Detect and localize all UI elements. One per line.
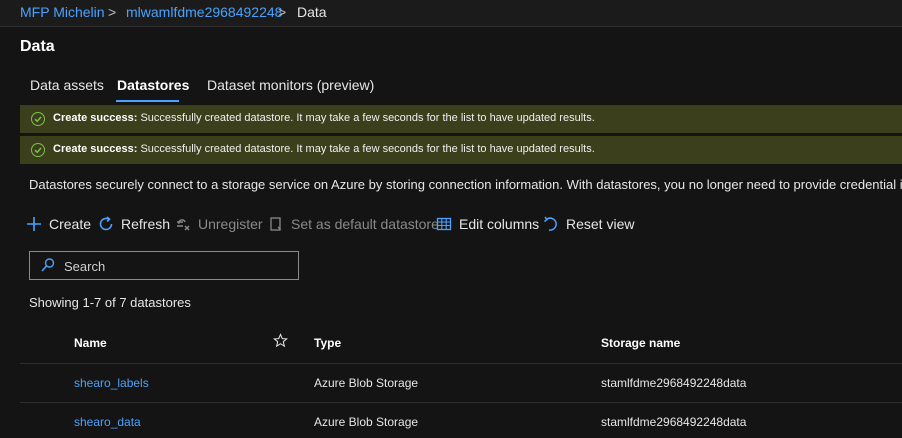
datastore-storage-name: stamlfdme2968492248data bbox=[601, 376, 747, 390]
refresh-label: Refresh bbox=[121, 216, 171, 232]
unregister-label: Unregister bbox=[198, 216, 263, 232]
plus-icon bbox=[25, 215, 43, 233]
refresh-button[interactable]: Refresh bbox=[97, 213, 170, 235]
breadcrumb-separator: > bbox=[278, 4, 287, 20]
reset-view-button[interactable]: Reset view bbox=[542, 213, 634, 235]
edit-columns-icon bbox=[435, 215, 453, 233]
search-icon bbox=[40, 257, 56, 276]
datastore-count: Showing 1-7 of 7 datastores bbox=[29, 295, 191, 310]
row-divider bbox=[20, 402, 902, 403]
notification-title: Create success: bbox=[53, 112, 138, 124]
success-notification: Create success: Successfully created dat… bbox=[20, 136, 902, 164]
set-default-button[interactable]: Set as default datastore bbox=[267, 213, 439, 235]
datastore-storage-name: stamlfdme2968492248data bbox=[601, 415, 747, 429]
datastore-type: Azure Blob Storage bbox=[314, 415, 419, 429]
tab-datastores[interactable]: Datastores bbox=[117, 77, 189, 93]
search-input[interactable] bbox=[62, 256, 286, 276]
set-default-label: Set as default datastore bbox=[291, 216, 439, 232]
tab-data-assets[interactable]: Data assets bbox=[30, 77, 104, 93]
datastore-name-link[interactable]: shearo_data bbox=[74, 415, 141, 429]
edit-columns-label: Edit columns bbox=[459, 216, 540, 232]
datastore-name-link[interactable]: shearo_labels bbox=[74, 376, 149, 390]
datastore-type: Azure Blob Storage bbox=[314, 376, 419, 390]
edit-columns-button[interactable]: Edit columns bbox=[435, 213, 539, 235]
datastores-description: Datastores securely connect to a storage… bbox=[29, 177, 902, 192]
refresh-icon bbox=[97, 215, 115, 233]
breadcrumb-current: Data bbox=[297, 4, 327, 20]
unregister-icon bbox=[174, 215, 192, 233]
column-header-storage-name[interactable]: Storage name bbox=[601, 336, 680, 350]
search-box[interactable] bbox=[29, 251, 299, 280]
breadcrumb: MFP Michelin > mlwamlfdme2968492248 > Da… bbox=[0, 0, 902, 27]
unregister-button[interactable]: Unregister bbox=[174, 213, 263, 235]
row-divider bbox=[20, 363, 902, 364]
notification-message: Successfully created datastore. It may t… bbox=[140, 143, 595, 155]
active-tab-indicator bbox=[116, 100, 179, 102]
create-button[interactable]: Create bbox=[25, 213, 91, 235]
reset-view-label: Reset view bbox=[566, 216, 635, 232]
breadcrumb-separator: > bbox=[108, 4, 117, 20]
breadcrumb-workspace[interactable]: mlwamlfdme2968492248 bbox=[126, 4, 282, 20]
column-header-type[interactable]: Type bbox=[314, 336, 341, 350]
set-default-icon bbox=[267, 215, 285, 233]
page-title: Data bbox=[20, 38, 55, 55]
column-header-name[interactable]: Name bbox=[74, 336, 107, 350]
success-notification: Create success: Successfully created dat… bbox=[20, 105, 902, 133]
check-circle-icon bbox=[31, 143, 45, 157]
tab-dataset-monitors[interactable]: Dataset monitors (preview) bbox=[207, 77, 374, 93]
breadcrumb-workspace-group[interactable]: MFP Michelin bbox=[20, 4, 105, 20]
create-label: Create bbox=[49, 216, 92, 232]
check-circle-icon bbox=[31, 112, 45, 126]
notification-title: Create success: bbox=[53, 143, 138, 155]
star-icon[interactable] bbox=[272, 333, 289, 351]
notification-message: Successfully created datastore. It may t… bbox=[140, 112, 595, 124]
reset-view-icon bbox=[542, 215, 560, 233]
